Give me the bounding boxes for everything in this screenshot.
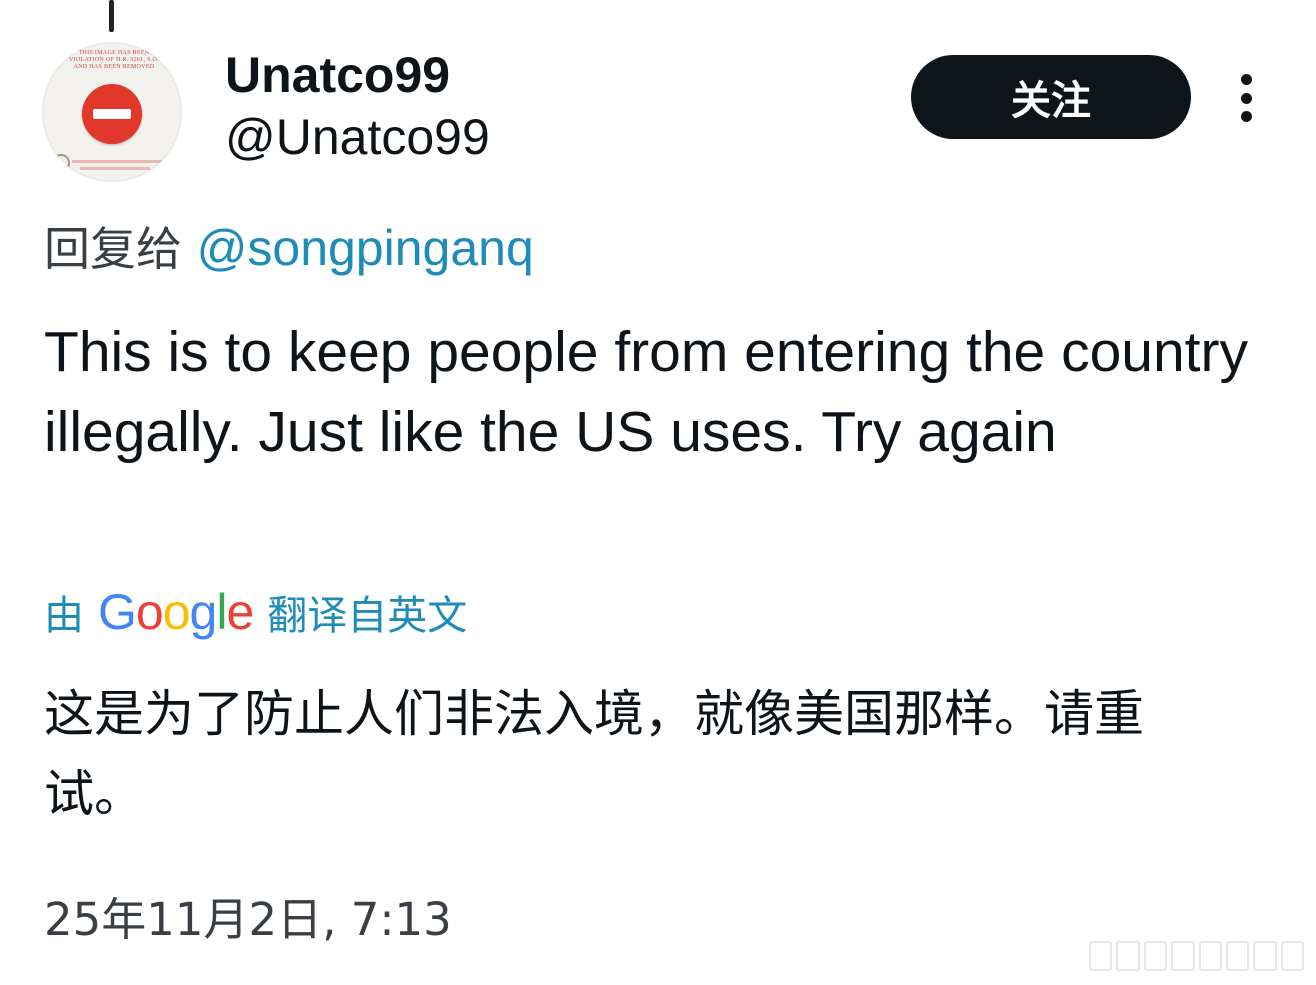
author-display-name[interactable]: Unatco99 xyxy=(225,46,450,104)
avatar-decoration xyxy=(80,167,150,170)
more-vertical-icon[interactable] xyxy=(1226,70,1266,126)
more-dot xyxy=(1240,92,1252,104)
translation-prefix: 由 xyxy=(44,593,84,639)
translation-attribution[interactable]: 由 Google 翻译自英文 xyxy=(44,582,467,642)
seal-icon xyxy=(52,154,70,172)
tweet-text: This is to keep people from entering the… xyxy=(44,320,1248,464)
more-dot xyxy=(1240,74,1252,85)
author-handle[interactable]: @Unatco99 xyxy=(225,108,490,166)
no-entry-icon xyxy=(82,84,142,144)
translated-tweet-text: 这是为了防止人们非法入境，就像美国那样。请重试。 xyxy=(44,685,1144,823)
watermark-logo xyxy=(1089,941,1304,971)
translation-suffix: 翻译自英文 xyxy=(267,593,468,639)
reply-label: 回复给 xyxy=(44,222,182,276)
google-logo: Google xyxy=(98,584,254,640)
more-dot xyxy=(1240,111,1252,122)
thread-connector-line xyxy=(109,0,114,32)
reply-mention-link[interactable]: @songpinganq xyxy=(197,220,534,276)
avatar-stamp-text: THIS IMAGE HAS BEEN VIOLATION OF H.R. 32… xyxy=(69,50,159,70)
reply-context: 回复给 @songpinganq xyxy=(44,218,534,279)
follow-button[interactable]: 关注 xyxy=(911,55,1191,139)
avatar-decoration xyxy=(72,160,162,163)
avatar[interactable]: THIS IMAGE HAS BEEN VIOLATION OF H.R. 32… xyxy=(42,42,182,182)
tweet-timestamp[interactable]: 25年11月2日, 7:13 xyxy=(44,890,452,950)
